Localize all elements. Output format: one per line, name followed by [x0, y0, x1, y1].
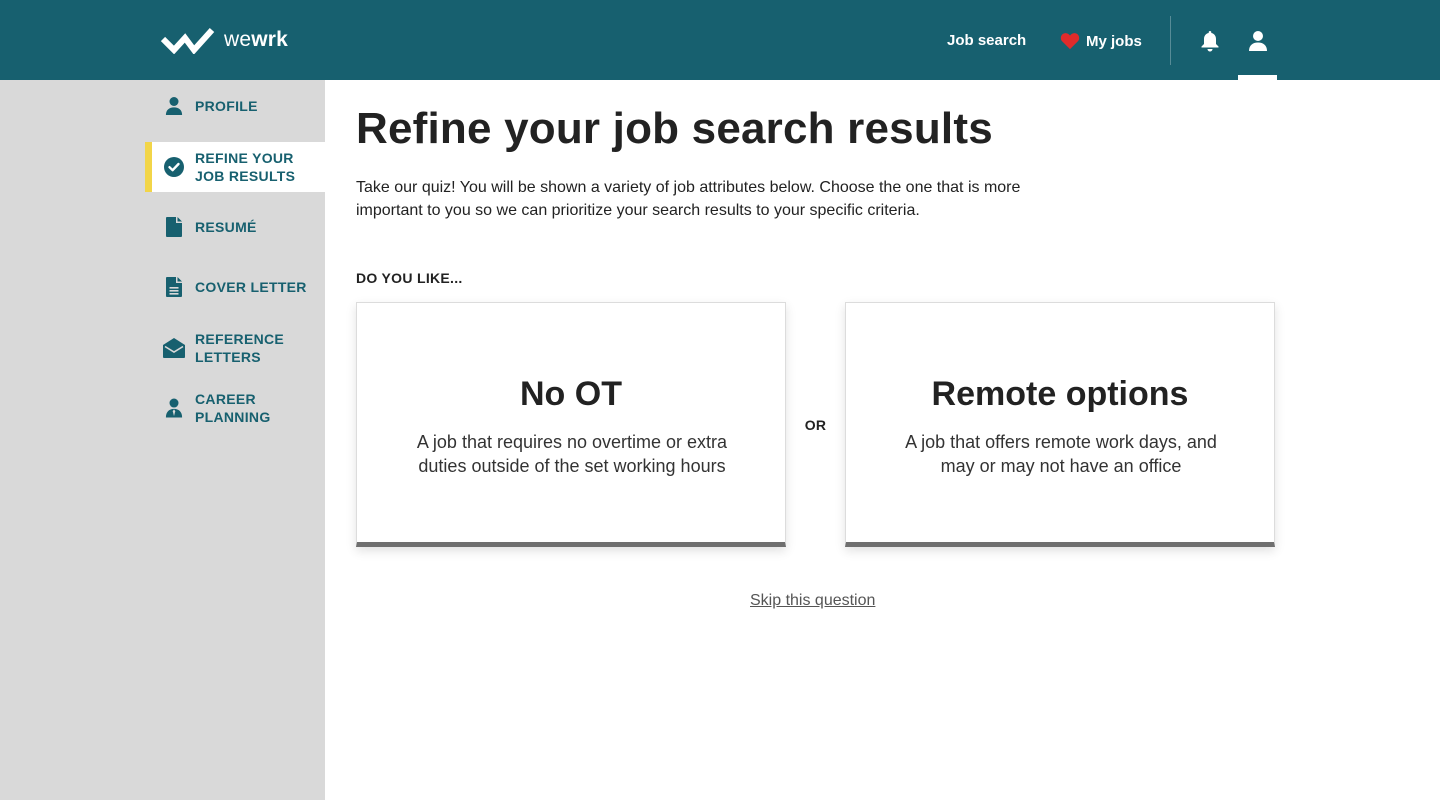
nav-job-search[interactable]: Job search — [947, 32, 1026, 49]
sidebar-item-label: REFINE YOUR JOB RESULTS — [195, 150, 296, 184]
option-card-description: A job that offers remote work days, and … — [905, 432, 1217, 476]
sidebar-item-label: RESUMÉ — [195, 219, 257, 235]
sidebar-item-label: REFERENCE LETTERS — [195, 331, 285, 365]
option-card-remote-options[interactable]: Remote options A job that offers remote … — [845, 302, 1275, 547]
sidebar-item-label: CAREER PLANNING — [195, 391, 271, 425]
notifications-button[interactable] — [1198, 28, 1222, 54]
option-card-title: No OT — [520, 375, 622, 413]
logo-mark-icon — [160, 27, 215, 54]
envelope-open-icon — [163, 337, 185, 359]
question-label: DO YOU LIKE... — [356, 270, 463, 286]
heart-icon — [1060, 33, 1080, 50]
nav-my-jobs[interactable]: My jobs — [1060, 32, 1142, 50]
bell-icon — [1201, 31, 1219, 52]
logo-wordmark-bold: wrk — [251, 28, 289, 51]
account-button[interactable] — [1246, 28, 1270, 54]
sidebar-item-cover-letter[interactable]: COVER LETTER — [145, 272, 325, 302]
check-circle-icon — [163, 156, 185, 178]
option-card-title: Remote options — [931, 375, 1189, 413]
logo-wordmark-light: we — [224, 28, 252, 51]
sidebar-item-career-planning[interactable]: CAREER PLANNING — [145, 388, 325, 428]
nav-my-jobs-label: My jobs — [1086, 32, 1142, 50]
account-active-indicator — [1238, 75, 1277, 80]
sidebar-item-refine-job-results[interactable]: REFINE YOUR JOB RESULTS — [145, 142, 325, 192]
page-title: Refine your job search results — [356, 104, 993, 153]
user-icon — [1249, 31, 1267, 51]
or-separator: OR — [804, 417, 827, 433]
sidebar-item-reference-letters[interactable]: REFERENCE LETTERS — [145, 328, 325, 368]
logo-wordmark: wewrk — [224, 28, 288, 52]
user-tie-icon — [163, 397, 185, 419]
nav-job-search-label: Job search — [947, 32, 1027, 49]
user-icon — [163, 95, 185, 117]
skip-question-link[interactable]: Skip this question — [750, 592, 875, 610]
sidebar: PROFILE REFINE YOUR JOB RESULTS RESUMÉ C… — [0, 80, 325, 800]
option-card-no-ot[interactable]: No OT A job that requires no overtime or… — [356, 302, 786, 547]
option-card-description: A job that requires no overtime or extra… — [416, 432, 728, 476]
sidebar-item-resume[interactable]: RESUMÉ — [145, 212, 325, 242]
sidebar-item-profile[interactable]: PROFILE — [145, 90, 325, 122]
document-icon — [163, 216, 185, 238]
sidebar-item-label: COVER LETTER — [195, 279, 307, 295]
intro-text: Take our quiz! You will be shown a varie… — [356, 179, 1021, 219]
nav-divider — [1170, 16, 1171, 65]
file-lines-icon — [163, 276, 185, 298]
sidebar-item-label: PROFILE — [195, 98, 258, 114]
wewrk-logo[interactable]: wewrk — [160, 24, 288, 56]
top-navigation-bar: wewrk Job search My jobs — [0, 0, 1440, 80]
